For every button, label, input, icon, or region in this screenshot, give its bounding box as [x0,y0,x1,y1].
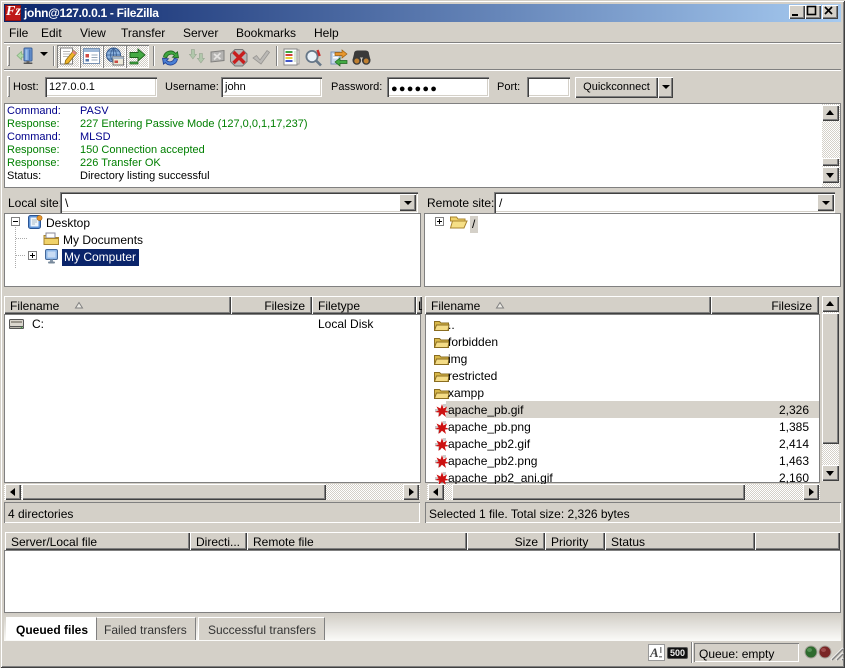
svg-text:A: A [649,645,659,660]
